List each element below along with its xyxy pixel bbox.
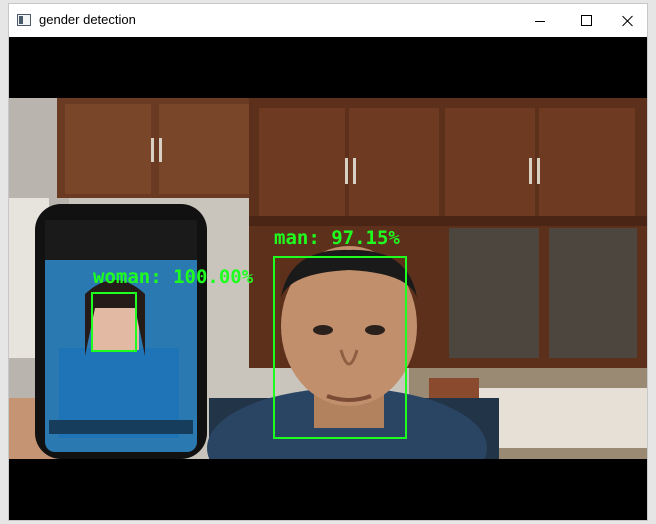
close-button[interactable] [609,4,647,37]
camera-frame: woman: 100.00% man: 97.15% [9,98,647,459]
maximize-icon [580,15,592,26]
detection-label-man: man: 97.15% [274,227,400,249]
detection-label-woman: woman: 100.00% [93,266,254,288]
detection-box-man [273,256,407,439]
minimize-button[interactable] [517,4,563,37]
title-bar[interactable]: gender detection [9,4,647,37]
detection-box-woman [91,292,137,352]
maximize-button[interactable] [563,4,609,37]
video-viewport: woman: 100.00% man: 97.15% [9,37,647,520]
window-title: gender detection [39,12,136,27]
minimize-icon [535,20,545,22]
app-window: gender detection woman: 100.00% man: 97.… [9,4,647,520]
close-icon [622,15,634,27]
app-window-icon [17,14,31,26]
